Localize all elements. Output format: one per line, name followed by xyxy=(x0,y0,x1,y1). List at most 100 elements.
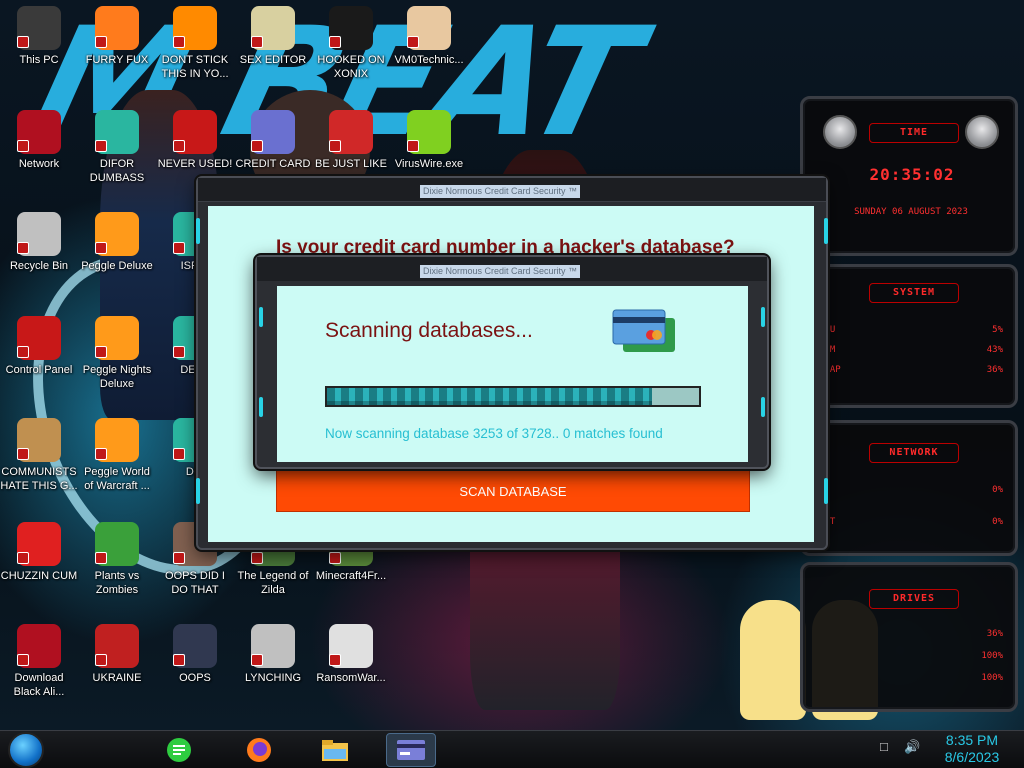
shortcut-badge-icon xyxy=(95,346,107,358)
shortcut-badge-icon xyxy=(17,346,29,358)
credit-cards-icon xyxy=(611,308,677,354)
desktop-icon-label: BE JUST LIKE xyxy=(315,158,387,170)
system-row-value: 43% xyxy=(986,345,1003,355)
desktop-icon-label: Download Black Ali... xyxy=(13,672,65,698)
shortcut-badge-icon xyxy=(95,140,107,152)
desktop-icon-label: DIFOR DUMBASS xyxy=(89,158,145,184)
firefox-icon xyxy=(95,6,139,50)
desktop-icon-label: Peggle Nights Deluxe xyxy=(82,364,152,390)
green-app-icon[interactable] xyxy=(154,733,204,767)
shortcut-badge-icon xyxy=(407,140,419,152)
desktop-icon-label: OOPS DID I DO THAT xyxy=(165,570,225,596)
desktop-icon[interactable]: Peggle Nights Deluxe xyxy=(78,316,156,391)
scan-database-button[interactable]: SCAN DATABASE xyxy=(276,470,750,512)
file-explorer-icon[interactable] xyxy=(310,733,360,767)
taskbar-clock[interactable]: 8:35 PM 8/6/2023 xyxy=(930,732,1014,766)
desktop-icon-label: HOOKED ON XONIX xyxy=(317,54,385,80)
window-led-decoration xyxy=(761,307,765,327)
app-icon xyxy=(95,110,139,154)
monitor-icon xyxy=(173,624,217,668)
shortcut-badge-icon xyxy=(17,448,29,460)
volume-tray-icon[interactable]: 🔊 xyxy=(904,739,920,755)
desktop-icon[interactable]: RansomWar... xyxy=(312,624,390,685)
desktop-icon[interactable]: CHUZZIN CUM xyxy=(0,522,78,583)
window-titlebar[interactable]: Dixie Normous Credit Card Security ™ xyxy=(257,257,767,281)
peggle-icon xyxy=(95,418,139,462)
scan-progress-bar xyxy=(325,386,701,407)
shortcut-badge-icon xyxy=(251,36,263,48)
desktop-icon-label: Minecraft4Fr... xyxy=(315,570,387,582)
shortcut-badge-icon xyxy=(329,140,341,152)
start-button[interactable] xyxy=(8,732,44,768)
window-title: Dixie Normous Credit Card Security ™ xyxy=(420,185,581,198)
desktop-icon-label: SEX EDITOR xyxy=(239,54,307,66)
desktop-icon[interactable]: COMMUNISTS HATE THIS G... xyxy=(0,418,78,493)
shortcut-badge-icon xyxy=(95,552,107,564)
vlc-cone-icon xyxy=(173,6,217,50)
desktop-icon[interactable]: SEX EDITOR xyxy=(234,6,312,67)
desktop-icon[interactable]: LYNCHING xyxy=(234,624,312,685)
window-titlebar[interactable]: Dixie Normous Credit Card Security ™ xyxy=(198,178,826,202)
desktop-icon[interactable]: VirusWire.exe xyxy=(390,110,468,171)
control-panel-icon xyxy=(17,316,61,360)
system-row-value: 5% xyxy=(992,325,1003,335)
shortcut-badge-icon xyxy=(17,552,29,564)
desktop-icon[interactable]: VM0Technic... xyxy=(390,6,468,67)
dev-icon xyxy=(173,110,217,154)
desktop-icon[interactable]: Network xyxy=(0,110,78,171)
desktop-icon-label: VirusWire.exe xyxy=(394,158,464,170)
window-led-decoration xyxy=(259,307,263,327)
shortcut-badge-icon xyxy=(329,552,341,564)
desktop-icon[interactable]: Plants vs Zombies xyxy=(78,522,156,597)
shortcut-badge-icon xyxy=(251,140,263,152)
drive-row-value: 36% xyxy=(986,629,1003,639)
desktop-icon-label: NEVER USED! xyxy=(157,158,233,170)
desktop-icon-label: DONT STICK THIS IN YO... xyxy=(161,54,229,80)
desktop-icon[interactable]: NEVER USED! xyxy=(156,110,234,171)
shortcut-badge-icon xyxy=(95,654,107,666)
shortcut-badge-icon xyxy=(173,552,185,564)
desktop-icon[interactable]: Download Black Ali... xyxy=(0,624,78,699)
gadget-system-panel: SYSTEM CPU5%RAM43%SWAP36% xyxy=(800,264,1018,408)
shortcut-badge-icon xyxy=(173,140,185,152)
desktop-icon-label: The Legend of Zilda xyxy=(237,570,309,596)
desktop-icon[interactable]: This PC xyxy=(0,6,78,67)
doctor-icon xyxy=(407,6,451,50)
scan-status-text: Now scanning database 3253 of 3728.. 0 m… xyxy=(325,426,663,441)
shortcut-badge-icon xyxy=(95,36,107,48)
desktop-icon[interactable]: Control Panel xyxy=(0,316,78,377)
desktop-icon[interactable]: HOOKED ON XONIX xyxy=(312,6,390,81)
gadget-system-title: SYSTEM xyxy=(869,283,959,303)
desktop-icon[interactable]: Peggle Deluxe xyxy=(78,212,156,273)
desktop-icon-label: This PC xyxy=(19,54,59,66)
hxd-icon xyxy=(251,6,295,50)
gadget-drives-title: DRIVES xyxy=(869,589,959,609)
gadget-time-value: 20:35:02 xyxy=(869,165,955,184)
window-led-decoration xyxy=(824,218,828,244)
shortcut-badge-icon xyxy=(95,242,107,254)
network-icon xyxy=(17,110,61,154)
knot-icon xyxy=(251,624,295,668)
firefox-icon[interactable] xyxy=(234,733,284,767)
desktop-icon[interactable]: CREDIT CARD xyxy=(234,110,312,171)
desktop-icon-label: Network xyxy=(18,158,60,170)
credit-card-icon xyxy=(251,110,295,154)
desktop-icon[interactable]: OOPS xyxy=(156,624,234,685)
desktop-icon[interactable]: Recycle Bin xyxy=(0,212,78,273)
desktop-icon[interactable]: DIFOR DUMBASS xyxy=(78,110,156,185)
credit-card-app-icon[interactable] xyxy=(386,733,436,767)
shortcut-badge-icon xyxy=(17,140,29,152)
desktop-icon[interactable]: DONT STICK THIS IN YO... xyxy=(156,6,234,81)
scanning-progress-window[interactable]: Dixie Normous Credit Card Security ™ Sca… xyxy=(255,255,769,469)
scan-progress-fill xyxy=(327,388,652,405)
desktop-icon[interactable]: BE JUST LIKE xyxy=(312,110,390,171)
desktop-icon[interactable]: UKRAINE xyxy=(78,624,156,685)
desktop-icon-label: CREDIT CARD xyxy=(235,158,311,170)
desktop-icon-label: FURRY FUX xyxy=(85,54,149,66)
desktop-icon[interactable]: Peggle World of Warcraft ... xyxy=(78,418,156,493)
lime-icon xyxy=(407,110,451,154)
network-tray-icon[interactable]: □ xyxy=(880,739,888,754)
desktop-icon[interactable]: FURRY FUX xyxy=(78,6,156,67)
shortcut-badge-icon xyxy=(173,36,185,48)
radiation-icon xyxy=(95,624,139,668)
